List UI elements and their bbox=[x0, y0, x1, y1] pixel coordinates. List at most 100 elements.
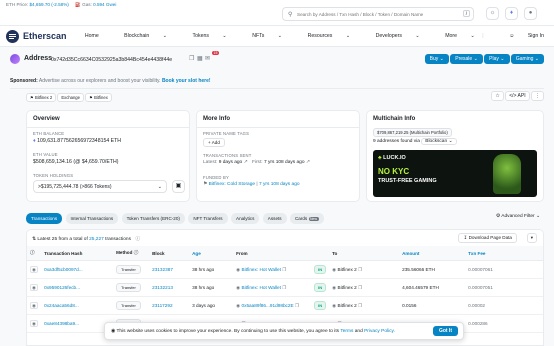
copy-icon[interactable]: ❐ bbox=[282, 267, 286, 272]
from-link[interactable]: 0x5aa89f86...91d98bc2E bbox=[242, 303, 294, 308]
privacy-link[interactable]: Privacy Policy. bbox=[364, 329, 395, 334]
tab-analytics[interactable]: Analytics bbox=[231, 213, 260, 224]
tab-transactions[interactable]: Transactions bbox=[26, 213, 63, 224]
block-link[interactable]: 23132387 bbox=[152, 267, 173, 272]
fee-cell: 0.00007051 bbox=[465, 278, 543, 297]
more-info-title: More Info bbox=[197, 111, 359, 128]
token-holdings-dropdown[interactable]: >$195,725,444.78 (>866 Tokens) ⌄ bbox=[33, 180, 167, 193]
add-tag-button[interactable]: + Add bbox=[203, 138, 225, 147]
nav-nfts[interactable]: NFTs ⌄ bbox=[240, 33, 282, 39]
eth-price: ETH Price: $4,659.70 (-2.58%) ⛽ Gas: 0.5… bbox=[6, 2, 116, 8]
from-link[interactable]: Bitfinex: Hot Wallet bbox=[242, 267, 281, 272]
block-link[interactable]: 23117292 bbox=[152, 303, 173, 308]
download-button[interactable]: ↧ Download Page Data bbox=[458, 233, 517, 243]
eth-balance-label: ETH BALANCE bbox=[33, 131, 65, 136]
gas-icon: ⛽ bbox=[75, 2, 81, 7]
col-amount[interactable]: Amount bbox=[399, 246, 466, 261]
nav-resources[interactable]: Resources ⌄ bbox=[296, 33, 351, 39]
eye-icon[interactable]: ◉ bbox=[30, 301, 39, 309]
sponsored-banner: Sponsored: Advertise across our explorer… bbox=[10, 78, 211, 84]
clover-icon: ♣ bbox=[378, 155, 382, 161]
tx-hash-link[interactable]: 0xa3df5cb0097d... bbox=[44, 267, 83, 272]
cookie-text: ◉ This website uses cookies to improve y… bbox=[111, 329, 395, 334]
nav-more[interactable]: More ⌄ bbox=[433, 33, 475, 39]
tag-bitfinex-2[interactable]: ⚑ Bitfinex 2 bbox=[26, 93, 57, 102]
nav-blockchain[interactable]: Blockchain ⌄ bbox=[112, 33, 167, 39]
tab-assets[interactable]: Assets bbox=[262, 213, 287, 224]
col-fee[interactable]: Txn Fee bbox=[465, 246, 543, 261]
total-transactions-link[interactable]: 25,227 bbox=[89, 237, 104, 242]
table-toolbar: ⇅ Latest 25 from a total of 25,227 trans… bbox=[27, 230, 543, 246]
search-bar[interactable]: ⚲ / bbox=[282, 7, 474, 21]
multichain-portfolio[interactable]: $709,867,219.25 (Multichain Portfolio) bbox=[373, 128, 452, 137]
gas-label: Gas: bbox=[82, 2, 92, 7]
tx-hash-link[interactable]: 0xae84398ba9... bbox=[44, 321, 79, 326]
tx-hash-link[interactable]: 0x9590126fecb... bbox=[44, 285, 80, 290]
got-it-button[interactable]: Got It bbox=[432, 326, 458, 336]
tab-token-transfers[interactable]: Token Transfers (ERC-20) bbox=[121, 213, 185, 224]
eye-icon[interactable]: ◉ bbox=[30, 283, 39, 291]
copy-icon[interactable]: ❐ bbox=[295, 303, 299, 308]
fee-cell: 0.00007061 bbox=[465, 260, 543, 279]
sponsored-link[interactable]: Book your slot here! bbox=[162, 78, 211, 84]
comment-icon[interactable]: ✉ bbox=[205, 55, 210, 62]
play-button[interactable]: Play ⌄ bbox=[484, 54, 510, 64]
nav-sign-in[interactable]: ☺ Sign In bbox=[497, 33, 544, 39]
transactions-table: ⓘ Transaction Hash Method ⓘ Block Age Fr… bbox=[27, 246, 543, 333]
from-link[interactable]: Bitfinex: Hot Wallet bbox=[242, 285, 281, 290]
nav-developers[interactable]: Developers ⌄ bbox=[364, 33, 420, 39]
tab-internal-transactions[interactable]: Internal Transactions bbox=[65, 213, 119, 224]
favorite-star-icon[interactable]: ☆ bbox=[491, 91, 504, 101]
search-input[interactable] bbox=[297, 10, 457, 19]
copy-icon[interactable]: ❐ bbox=[358, 303, 362, 308]
column-filter-icon[interactable]: ▾ bbox=[526, 233, 537, 243]
network-switch-icon[interactable]: ● bbox=[524, 7, 537, 20]
nav-tokens[interactable]: Tokens ⌄ bbox=[181, 33, 227, 39]
funded-by-link[interactable]: Bitfinex: Cold Storage bbox=[209, 182, 255, 187]
brand-name[interactable]: Etherscan bbox=[23, 31, 67, 41]
tx-hash-link[interactable]: 0x24aaca56d8... bbox=[44, 303, 79, 308]
copy-icon[interactable]: ❐ bbox=[358, 285, 362, 290]
nav-home[interactable]: Home bbox=[85, 33, 99, 39]
etherscan-logo-icon[interactable] bbox=[6, 30, 19, 43]
light-mode-icon[interactable]: ☼ bbox=[486, 7, 499, 20]
funded-by-value: ⚑ Bitfinex: Cold Storage | 7 yrs 108 day… bbox=[203, 182, 300, 187]
tag-bitfinex[interactable]: ⚑ Bitfinex bbox=[85, 93, 112, 102]
eth-price-value[interactable]: $4,659.70 (-2.58%) bbox=[30, 2, 69, 7]
ad-brand: ♣ LUCK.IO bbox=[378, 155, 406, 161]
copy-icon[interactable]: ❐ bbox=[189, 55, 194, 62]
qr-code-icon[interactable]: ▦ bbox=[197, 55, 203, 62]
presale-button[interactable]: Presale ⌄ bbox=[450, 54, 483, 64]
terms-link[interactable]: Terms bbox=[340, 329, 353, 334]
multichain-addresses[interactable]: 9 addresses found via Blockscan ⌄ bbox=[373, 138, 457, 145]
tab-cards[interactable]: Cards New bbox=[289, 213, 324, 224]
wallet-icon: ◉ bbox=[236, 284, 241, 290]
more-options-icon[interactable]: ⋮ bbox=[531, 91, 544, 101]
tag-exchange[interactable]: Exchange bbox=[57, 93, 84, 102]
amount-cell: 0.0156 bbox=[399, 296, 466, 315]
buy-button[interactable]: Buy ⌄ bbox=[424, 54, 449, 64]
direction-badge: IN bbox=[314, 301, 327, 310]
age-cell: 38 hrs ago bbox=[189, 260, 234, 279]
funded-when-link[interactable]: 7 yrs 108 days ago bbox=[259, 182, 300, 187]
fee-cell: 0.00002 bbox=[465, 296, 543, 315]
gas-value[interactable]: 0.594 Gwei bbox=[93, 2, 116, 7]
advanced-filter-button[interactable]: ⚙ Advanced Filter ⌄ bbox=[496, 214, 540, 219]
table-row: ◉ 0x24aaca56d8... Transfer 23117292 3 da… bbox=[27, 296, 543, 315]
to-label: Bitfinex 2 bbox=[337, 266, 357, 272]
copy-icon[interactable]: ❐ bbox=[358, 267, 362, 272]
luck-io-ad[interactable]: ♣ LUCK.IO NO KYC TRUST-FREE GAMING bbox=[373, 150, 537, 197]
eye-icon[interactable]: ◉ bbox=[30, 319, 39, 327]
col-age[interactable]: Age bbox=[189, 246, 234, 261]
copy-icon[interactable]: ❐ bbox=[282, 285, 286, 290]
gaming-button[interactable]: Gaming ⌄ bbox=[510, 54, 544, 64]
tx-sent-value: Latest: 9 days ago ↗ First: 7 yrs 108 da… bbox=[203, 160, 310, 165]
tab-nft-transfers[interactable]: NFT Transfers bbox=[188, 213, 228, 224]
block-link[interactable]: 23132213 bbox=[152, 285, 173, 290]
eye-icon[interactable]: ◉ bbox=[30, 265, 39, 273]
ad-line-1: NO KYC bbox=[378, 167, 410, 176]
wallet-icon[interactable]: ▣ bbox=[172, 180, 185, 193]
age-cell: 38 hrs ago bbox=[189, 278, 234, 297]
api-button[interactable]: </> API bbox=[505, 91, 530, 101]
ethereum-icon[interactable]: ♦ bbox=[505, 7, 518, 20]
